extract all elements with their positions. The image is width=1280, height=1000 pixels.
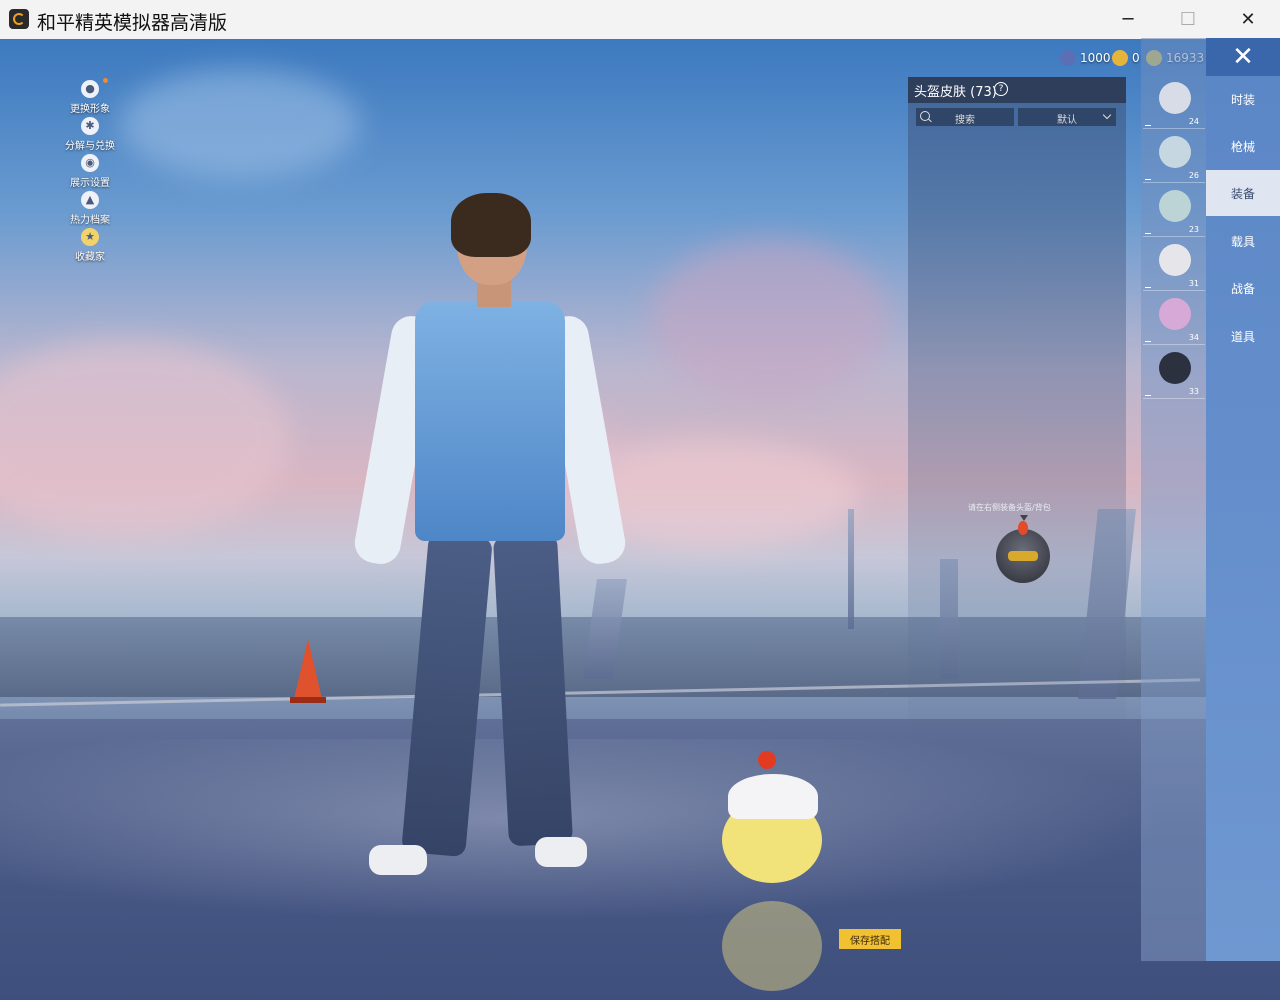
currency-gold: 0: [1112, 49, 1140, 67]
item-count: 33: [1188, 387, 1199, 396]
item-divider: [1145, 179, 1151, 180]
decompose-exchange-button[interactable]: ✱ 分解与兑换: [60, 117, 120, 152]
menu-label: 更换形象: [70, 104, 110, 115]
sort-value: 默认: [1057, 115, 1077, 126]
equip-hint: 请在右侧装备头盔/背包: [968, 503, 1051, 512]
item-slot[interactable]: 34: [1143, 292, 1205, 345]
category-tabs: 时装 枪械 装备 载具 战备 道具: [1206, 38, 1280, 961]
cloud: [650, 239, 890, 399]
title-bar: 和平精英模拟器高清版 ─ ☐ ✕: [0, 0, 1280, 40]
character-hair: [451, 193, 531, 257]
currency-sphere: 1000: [1060, 49, 1111, 67]
item-slot[interactable]: 24: [1143, 76, 1205, 129]
item-slot[interactable]: 23: [1143, 184, 1205, 237]
currency-value: 0: [1132, 51, 1140, 65]
item-count: 24: [1188, 117, 1199, 126]
backpack-item-icon: [1159, 298, 1191, 330]
item-count: 34: [1188, 333, 1199, 342]
item-divider: [1145, 395, 1151, 396]
close-panel-button[interactable]: ✕: [1206, 38, 1280, 76]
item-divider: [1145, 233, 1151, 234]
tab-weapons[interactable]: 枪械: [1206, 123, 1280, 169]
helmet-skin-panel: 头盔皮肤 (73) ? 搜索 默认 请在右侧装备头盔/背包: [908, 77, 1126, 759]
item-divider: [1145, 287, 1151, 288]
item-count: 26: [1188, 171, 1199, 180]
chick-pet-hat: [728, 774, 818, 819]
close-window-button[interactable]: ✕: [1218, 0, 1278, 39]
sort-dropdown[interactable]: 默认: [1018, 108, 1116, 126]
traffic-cone-base: [290, 697, 326, 703]
tab-vehicles[interactable]: 载具: [1206, 218, 1280, 264]
gear-icon: ✱: [81, 117, 99, 135]
item-divider: [1145, 125, 1151, 126]
item-slot[interactable]: 33: [1143, 346, 1205, 399]
character-leg: [492, 533, 574, 847]
cloud: [120, 69, 360, 179]
tab-props[interactable]: 道具: [1206, 313, 1280, 359]
heat-profile-button[interactable]: ▲ 热力档案: [60, 191, 120, 226]
helmet-item-icon: [1159, 136, 1191, 168]
floor-reflection: [0, 739, 1280, 939]
search-placeholder: 搜索: [955, 115, 975, 126]
backpack-item-icon: [1159, 352, 1191, 384]
badge-icon: ★: [81, 228, 99, 246]
item-column: 24 26 23 31 34 33: [1141, 38, 1207, 961]
tower: [848, 509, 854, 629]
display-settings-button[interactable]: ◉ 展示设置: [60, 154, 120, 189]
helmet-item-icon: [1159, 82, 1191, 114]
helmet-preview[interactable]: [996, 521, 1050, 583]
character-shoe: [535, 837, 587, 867]
panel-title: 头盔皮肤 (73): [914, 85, 997, 100]
backpack-item-icon: [1159, 244, 1191, 276]
menu-label: 热力档案: [70, 215, 110, 226]
item-slot[interactable]: 31: [1143, 238, 1205, 291]
menu-label: 展示设置: [70, 178, 110, 189]
notification-dot: [103, 78, 108, 83]
search-input[interactable]: 搜索: [916, 108, 1014, 126]
person-icon: ●: [81, 80, 99, 98]
character-shirt: [415, 301, 565, 541]
app-logo-icon: [9, 9, 29, 29]
eye-icon: ◉: [81, 154, 99, 172]
player-character[interactable]: [351, 193, 629, 907]
window-title: 和平精英模拟器高清版: [37, 12, 228, 34]
menu-label: 收藏家: [75, 252, 105, 263]
menu-label: 分解与兑换: [65, 141, 115, 152]
item-divider: [1145, 341, 1151, 342]
minimize-button[interactable]: ─: [1098, 0, 1158, 39]
panel-header: 头盔皮肤 (73) ?: [908, 77, 1126, 103]
cloud: [0, 339, 290, 539]
helmet-item-icon: [1159, 190, 1191, 222]
change-appearance-button[interactable]: ● 更换形象: [60, 78, 120, 115]
character-shoe: [369, 845, 427, 875]
tab-fashion[interactable]: 时装: [1206, 76, 1280, 122]
gold-coin-icon: [1112, 50, 1128, 66]
sphere-coin-icon: [1060, 50, 1076, 66]
flame-icon: ▲: [81, 191, 99, 209]
currency-value: 1000: [1080, 51, 1111, 65]
maximize-button[interactable]: ☐: [1158, 0, 1218, 39]
save-outfit-button[interactable]: 保存搭配: [839, 929, 901, 949]
chick-pet-reflection: [722, 901, 822, 991]
tab-equipment[interactable]: 装备: [1206, 170, 1280, 216]
character-leg: [401, 532, 493, 858]
chick-pet-comb: [758, 751, 776, 769]
item-slot[interactable]: 26: [1143, 130, 1205, 183]
help-icon[interactable]: ?: [994, 82, 1008, 96]
item-count: 23: [1188, 225, 1199, 234]
traffic-cone: [294, 639, 322, 699]
collector-button[interactable]: ★ 收藏家: [60, 228, 120, 263]
tab-battle-prep[interactable]: 战备: [1206, 265, 1280, 311]
item-count: 31: [1188, 279, 1199, 288]
